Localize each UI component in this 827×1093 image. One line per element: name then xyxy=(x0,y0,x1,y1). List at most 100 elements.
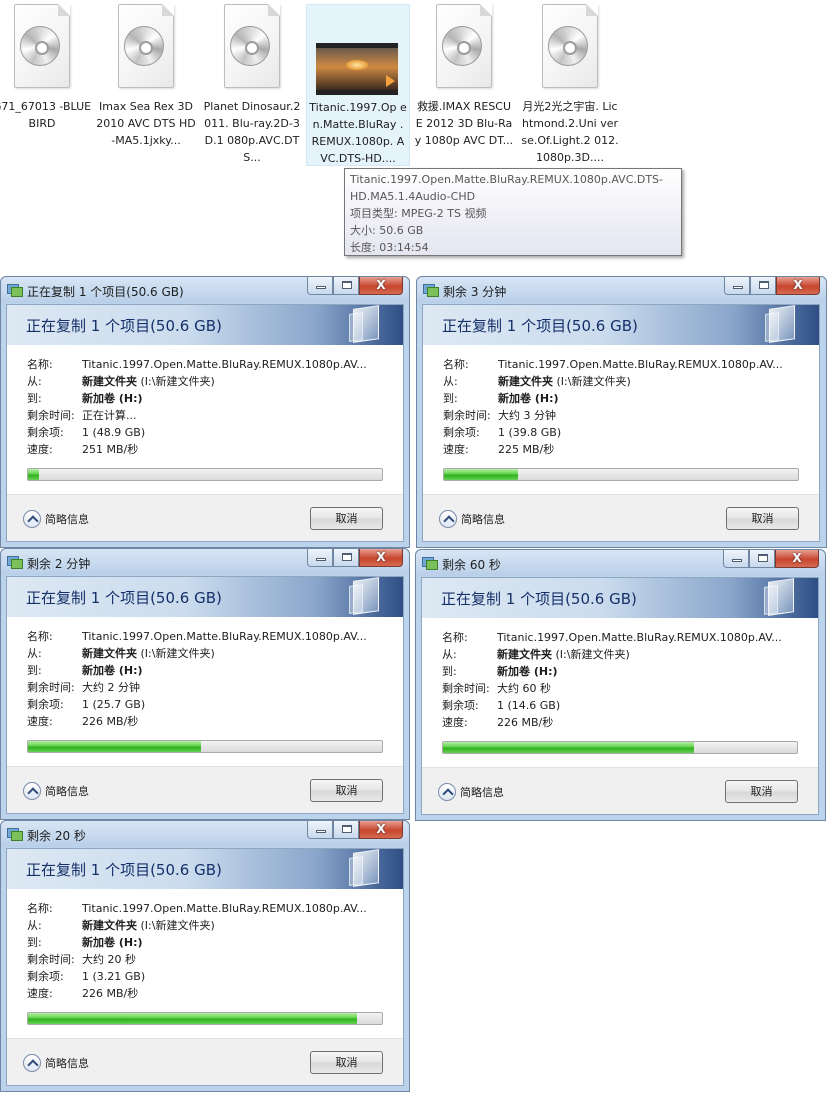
file-item-selected[interactable]: Titanic.1997.Op en.Matte.BluRay .REMUX.1… xyxy=(306,4,410,166)
less-info-toggle[interactable]: 简略信息 xyxy=(438,783,504,801)
dialog-client: 正在复制 1 个项目(50.6 GB) 名称: Titanic.1997.Open… xyxy=(6,848,404,1086)
dialog-titlebar[interactable]: 剩余 3 分钟 X xyxy=(417,277,826,303)
cancel-button[interactable]: 取消 xyxy=(310,507,383,530)
file-item[interactable]: Imax Sea Rex 3D 2010 AVC DTS HD-MA5.1jxk… xyxy=(94,4,198,166)
close-icon: X xyxy=(376,278,386,292)
items-left-label: 剩余项: xyxy=(27,698,64,711)
cancel-button[interactable]: 取消 xyxy=(310,1051,383,1074)
header-band: 正在复制 1 个项目(50.6 GB) xyxy=(423,305,819,345)
speed-value: 226 MB/秒 xyxy=(82,715,139,728)
close-button[interactable]: X xyxy=(359,549,403,567)
cancel-button[interactable]: 取消 xyxy=(726,507,799,530)
chevron-up-icon xyxy=(23,782,41,800)
dialog-title: 正在复制 1 个项目(50.6 GB) xyxy=(27,285,184,299)
cancel-button[interactable]: 取消 xyxy=(725,780,798,803)
close-button[interactable]: X xyxy=(359,277,403,295)
time-left-value: 正在计算... xyxy=(82,409,137,422)
speed-label: 速度: xyxy=(443,443,469,456)
from-label: 从: xyxy=(442,648,457,661)
file-name-value: Titanic.1997.Open.Matte.BluRay.REMUX.108… xyxy=(82,902,367,915)
to-value[interactable]: 新加卷 (H:) xyxy=(497,663,558,680)
from-folder[interactable]: 新建文件夹 xyxy=(82,919,137,932)
minimize-button[interactable] xyxy=(723,550,749,568)
file-tooltip: Titanic.1997.Open.Matte.BluRay.REMUX.108… xyxy=(344,168,682,256)
from-folder[interactable]: 新建文件夹 xyxy=(497,648,552,661)
maximize-button[interactable] xyxy=(750,277,776,295)
copy-header-title: 正在复制 1 个项目(50.6 GB) xyxy=(26,589,222,607)
time-left-value: 大约 2 分钟 xyxy=(82,681,140,694)
less-info-label: 简略信息 xyxy=(45,1057,89,1070)
maximize-button[interactable] xyxy=(749,550,775,568)
from-value[interactable]: 新建文件夹 (I:\新建文件夹) xyxy=(497,646,630,663)
dialog-footer: 简略信息 取消 xyxy=(7,494,403,541)
to-label: 到: xyxy=(27,664,42,677)
close-button[interactable]: X xyxy=(359,821,403,839)
copy-progress-dialog: 正在复制 1 个项目(50.6 GB) X 正在复制 1 个项目(50.6 GB… xyxy=(0,276,410,548)
less-info-toggle[interactable]: 简略信息 xyxy=(23,782,89,800)
close-icon: X xyxy=(376,550,386,564)
copy-progress-bar xyxy=(443,468,799,481)
from-value[interactable]: 新建文件夹 (I:\新建文件夹) xyxy=(82,373,215,390)
to-volume[interactable]: 新加卷 (H:) xyxy=(82,936,143,949)
from-label: 从: xyxy=(443,375,458,388)
from-folder[interactable]: 新建文件夹 xyxy=(498,375,553,388)
less-info-toggle[interactable]: 简略信息 xyxy=(23,510,89,528)
dialog-titlebar[interactable]: 正在复制 1 个项目(50.6 GB) X xyxy=(1,277,409,303)
minimize-button[interactable] xyxy=(307,277,333,295)
to-volume[interactable]: 新加卷 (H:) xyxy=(497,665,558,678)
dialog-footer: 简略信息 取消 xyxy=(422,767,818,814)
file-item[interactable]: G71_67013 -BLUEBIRD xyxy=(0,4,94,166)
to-volume[interactable]: 新加卷 (H:) xyxy=(82,392,143,405)
minimize-icon xyxy=(316,286,326,289)
dialog-title: 剩余 2 分钟 xyxy=(27,557,91,571)
maximize-button[interactable] xyxy=(333,549,359,567)
maximize-icon xyxy=(342,281,352,289)
maximize-button[interactable] xyxy=(333,277,359,295)
dialog-titlebar[interactable]: 剩余 60 秒 X xyxy=(416,550,825,576)
dialog-titlebar[interactable]: 剩余 2 分钟 X xyxy=(1,549,409,575)
close-button[interactable]: X xyxy=(776,277,820,295)
from-folder[interactable]: 新建文件夹 xyxy=(82,647,137,660)
time-left-value: 大约 3 分钟 xyxy=(498,409,556,422)
from-value[interactable]: 新建文件夹 (I:\新建文件夹) xyxy=(498,373,631,390)
from-folder[interactable]: 新建文件夹 xyxy=(82,375,137,388)
less-info-toggle[interactable]: 简略信息 xyxy=(439,510,505,528)
minimize-button[interactable] xyxy=(724,277,750,295)
dialog-title: 剩余 60 秒 xyxy=(442,558,501,572)
from-value[interactable]: 新建文件夹 (I:\新建文件夹) xyxy=(82,645,215,662)
to-volume[interactable]: 新加卷 (H:) xyxy=(498,392,559,405)
minimize-button[interactable] xyxy=(307,821,333,839)
file-name: 月光2光之宇宙. Lichtmond.2.Uni verse.Of.Light.… xyxy=(521,100,619,164)
dialog-title: 剩余 3 分钟 xyxy=(443,285,507,299)
to-value[interactable]: 新加卷 (H:) xyxy=(82,662,143,679)
to-volume[interactable]: 新加卷 (H:) xyxy=(82,664,143,677)
copy-progress-bar xyxy=(442,741,798,754)
speed-value: 225 MB/秒 xyxy=(498,443,555,456)
to-value[interactable]: 新加卷 (H:) xyxy=(82,934,143,951)
cancel-button[interactable]: 取消 xyxy=(310,779,383,802)
from-value[interactable]: 新建文件夹 (I:\新建文件夹) xyxy=(82,917,215,934)
file-item[interactable]: 救援.IMAX RESCUE 2012 3D Blu-Ray 1080p AVC… xyxy=(412,4,516,166)
copy-header-title: 正在复制 1 个项目(50.6 GB) xyxy=(442,317,638,335)
disc-image-icon xyxy=(114,4,178,90)
explorer-file-view: G71_67013 -BLUEBIRD Imax Sea Rex 3D 2010… xyxy=(0,0,735,272)
copy-details: 名称: Titanic.1997.Open.Matte.BluRay.REMUX.… xyxy=(27,356,367,458)
dialog-titlebar[interactable]: 剩余 20 秒 X xyxy=(1,821,409,847)
glass-pane-graphic xyxy=(353,577,379,615)
time-left-value: 大约 20 秒 xyxy=(82,953,136,966)
copy-progress-dialog: 剩余 20 秒 X 正在复制 1 个项目(50.6 GB) 名称: Titanic… xyxy=(0,820,410,1092)
minimize-button[interactable] xyxy=(307,549,333,567)
close-button[interactable]: X xyxy=(775,550,819,568)
to-value[interactable]: 新加卷 (H:) xyxy=(82,390,143,407)
progress-fill xyxy=(444,469,519,480)
name-label: 名称: xyxy=(27,902,53,915)
maximize-button[interactable] xyxy=(333,821,359,839)
less-info-toggle[interactable]: 简略信息 xyxy=(23,1054,89,1072)
close-icon: X xyxy=(792,551,802,565)
file-item[interactable]: Planet Dinosaur.2011. Blu-ray.2D-3D.1 08… xyxy=(200,4,304,166)
to-value[interactable]: 新加卷 (H:) xyxy=(498,390,559,407)
time-left-label: 剩余时间: xyxy=(27,409,75,422)
maximize-icon xyxy=(758,554,768,562)
copy-progress-bar xyxy=(27,468,383,481)
file-item[interactable]: 月光2光之宇宙. Lichtmond.2.Uni verse.Of.Light.… xyxy=(518,4,622,166)
